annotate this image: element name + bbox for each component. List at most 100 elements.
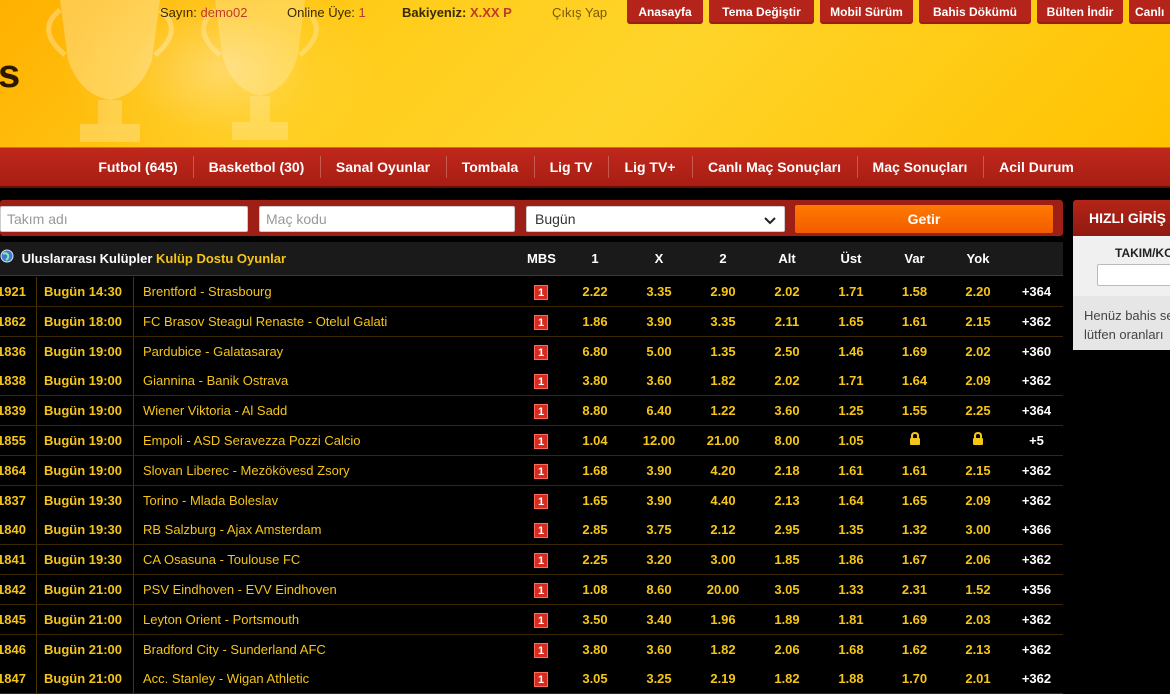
odd-yok[interactable]: 2.02 [946,337,1010,366]
odd-alt[interactable]: 2.02 [755,277,819,306]
odd-x[interactable]: 3.40 [627,605,691,634]
more-bets-link[interactable]: +364 [1010,277,1063,306]
odd-yok[interactable]: 2.13 [946,635,1010,664]
match-name[interactable]: Bradford City - Sunderland AFC [143,635,523,664]
odd-x[interactable]: 3.90 [627,456,691,485]
odd-var[interactable]: 1.67 [883,545,946,574]
odd-1[interactable]: 2.85 [563,515,627,544]
odd-x[interactable]: 8.60 [627,575,691,604]
match-name[interactable]: Slovan Liberec - Mezökövesd Zsory [143,456,523,485]
more-bets-link[interactable]: +362 [1010,664,1063,693]
odd-ust[interactable]: 1.46 [819,337,883,366]
odd-1[interactable]: 1.08 [563,575,627,604]
odd-alt[interactable]: 8.00 [755,426,819,455]
date-select[interactable]: Bugün [526,206,785,232]
odd-var[interactable]: 1.55 [883,396,946,425]
odd-x[interactable]: 12.00 [627,426,691,455]
odd-ust[interactable]: 1.71 [819,366,883,395]
match-name[interactable]: Giannina - Banik Ostrava [143,366,523,395]
team-name-input[interactable]: Takım adı [0,206,248,232]
odd-var[interactable]: 1.69 [883,605,946,634]
more-bets-link[interactable]: +5 [1010,426,1063,455]
odd-2[interactable]: 3.00 [691,545,755,574]
odd-1[interactable]: 6.80 [563,337,627,366]
odd-1[interactable]: 3.50 [563,605,627,634]
odd-yok[interactable]: 3.00 [946,515,1010,544]
nav-live-results[interactable]: Canlı Maç Sonuçları [692,148,857,186]
odd-var[interactable]: 1.32 [883,515,946,544]
odd-alt[interactable]: 3.05 [755,575,819,604]
match-name[interactable]: Wiener Viktoria - Al Sadd [143,396,523,425]
odd-yok[interactable]: 2.25 [946,396,1010,425]
odd-x[interactable]: 3.90 [627,307,691,336]
nav-results[interactable]: Maç Sonuçları [857,148,983,186]
nav-basketball[interactable]: Basketbol (30) [193,148,320,186]
odd-2[interactable]: 4.20 [691,456,755,485]
odd-var[interactable]: 2.31 [883,575,946,604]
odd-ust[interactable]: 1.71 [819,277,883,306]
odd-2[interactable]: 1.82 [691,366,755,395]
odd-ust[interactable]: 1.05 [819,426,883,455]
odd-yok[interactable]: 2.20 [946,277,1010,306]
odd-1[interactable]: 2.25 [563,545,627,574]
match-name[interactable]: Acc. Stanley - Wigan Athletic [143,664,523,693]
odd-ust[interactable]: 1.88 [819,664,883,693]
odd-yok[interactable] [946,426,1010,455]
odd-yok[interactable]: 1.52 [946,575,1010,604]
home-button[interactable]: Anasayfa [627,0,703,24]
odd-ust[interactable]: 1.65 [819,307,883,336]
match-name[interactable]: Leyton Orient - Portsmouth [143,605,523,634]
site-logo[interactable]: s [0,52,21,97]
odd-yok[interactable]: 2.15 [946,456,1010,485]
odd-1[interactable]: 3.80 [563,635,627,664]
odd-x[interactable]: 5.00 [627,337,691,366]
odd-2[interactable]: 1.22 [691,396,755,425]
match-name[interactable]: Empoli - ASD Seravezza Pozzi Calcio [143,426,523,455]
odd-ust[interactable]: 1.35 [819,515,883,544]
odd-ust[interactable]: 1.64 [819,486,883,515]
match-name[interactable]: PSV Eindhoven - EVV Eindhoven [143,575,523,604]
odd-1[interactable]: 1.65 [563,486,627,515]
match-name[interactable]: Torino - Mlada Boleslav [143,486,523,515]
odd-alt[interactable]: 2.95 [755,515,819,544]
odd-2[interactable]: 20.00 [691,575,755,604]
odd-ust[interactable]: 1.68 [819,635,883,664]
odd-ust[interactable]: 1.61 [819,456,883,485]
odd-alt[interactable]: 2.18 [755,456,819,485]
more-bets-link[interactable]: +362 [1010,635,1063,664]
odd-alt[interactable]: 2.11 [755,307,819,336]
odd-x[interactable]: 3.60 [627,635,691,664]
odd-2[interactable]: 21.00 [691,426,755,455]
odd-x[interactable]: 3.35 [627,277,691,306]
logout-link[interactable]: Çıkış Yap [552,5,607,20]
more-bets-link[interactable]: +362 [1010,545,1063,574]
more-bets-link[interactable]: +362 [1010,486,1063,515]
odd-x[interactable]: 6.40 [627,396,691,425]
match-name[interactable]: Pardubice - Galatasaray [143,337,523,366]
nav-lig-tv-plus[interactable]: Lig TV+ [608,148,692,186]
odd-alt[interactable]: 2.06 [755,635,819,664]
match-name[interactable]: FC Brasov Steagul Renaste - Otelul Galat… [143,307,523,336]
odd-1[interactable]: 1.04 [563,426,627,455]
odd-alt[interactable]: 2.13 [755,486,819,515]
odd-2[interactable]: 2.19 [691,664,755,693]
odd-1[interactable]: 2.22 [563,277,627,306]
odd-var[interactable]: 1.65 [883,486,946,515]
odd-x[interactable]: 3.75 [627,515,691,544]
more-bets-link[interactable]: +362 [1010,605,1063,634]
odd-2[interactable]: 1.35 [691,337,755,366]
more-bets-link[interactable]: +364 [1010,396,1063,425]
match-code-input[interactable]: Maç kodu [259,206,515,232]
mobile-button[interactable]: Mobil Sürüm [820,0,913,24]
nav-emergency[interactable]: Acil Durum [983,148,1090,186]
odd-yok[interactable]: 2.09 [946,366,1010,395]
match-name[interactable]: RB Salzburg - Ajax Amsterdam [143,515,523,544]
odd-ust[interactable]: 1.25 [819,396,883,425]
nav-lig-tv[interactable]: Lig TV [534,148,608,186]
odd-alt[interactable]: 2.50 [755,337,819,366]
odd-var[interactable]: 1.69 [883,337,946,366]
odd-2[interactable]: 1.96 [691,605,755,634]
odd-2[interactable]: 4.40 [691,486,755,515]
more-bets-link[interactable]: +362 [1010,366,1063,395]
odd-1[interactable]: 3.80 [563,366,627,395]
